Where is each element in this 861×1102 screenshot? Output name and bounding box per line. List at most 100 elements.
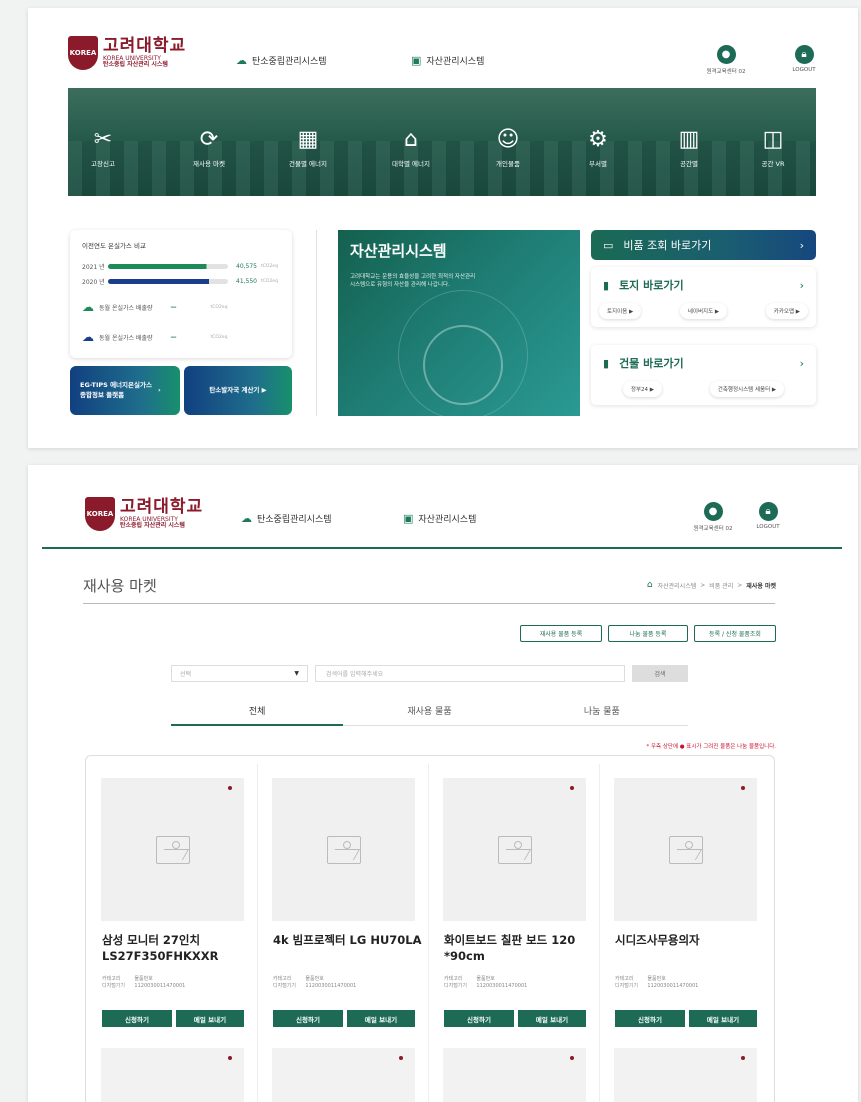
nav-asset-label: 자산관리시스템	[418, 515, 477, 525]
product-card[interactable]: 삼성 모니터 27인치 LS27F350FHKXXR 카테고리 디지털기기 물품번…	[86, 756, 256, 1102]
land-link-naver[interactable]: 네이버지도 ▶	[679, 303, 728, 319]
apply-button[interactable]: 신청하기	[273, 1010, 343, 1027]
product-image[interactable]	[443, 1048, 586, 1102]
map-icon: ▮	[603, 356, 610, 370]
equipment-query-label: 비품 조회 바로가기	[623, 239, 712, 252]
banner-item-repair[interactable]: ✂ 고장신고	[68, 127, 138, 169]
asset-desc-line1: 고려대학교는 운용의 효율성을 고려한 최적의 자산관리	[350, 274, 476, 280]
product-image[interactable]	[614, 778, 757, 921]
register-share-button[interactable]: 나눔 물품 등록	[608, 625, 688, 642]
stat-value: —	[170, 333, 177, 341]
mail-button[interactable]: 메일 보내기	[176, 1010, 244, 1027]
compare-title: 이전연도 온실가스 비교	[82, 242, 146, 250]
meta-value: 디지털기기	[102, 982, 126, 989]
banner-item-university[interactable]: ⌂ 대학별 에너지	[376, 128, 446, 169]
lock-icon: 🔒︎	[758, 502, 778, 521]
dashboard-card: KOREA 고려대학교 KOREA UNIVERSITY 탄소중립 자산관리 시…	[28, 8, 858, 448]
apply-button[interactable]: 신청하기	[102, 1010, 172, 1027]
breadcrumb-item[interactable]: 자산관리시스템	[658, 581, 697, 590]
banner-item-reuse[interactable]: ⟳ 재사용 마켓	[174, 128, 244, 169]
register-reuse-button[interactable]: 재사용 물품 등록	[520, 625, 602, 642]
building-label: 건물 바로가기	[619, 357, 684, 370]
tab-reuse[interactable]: 재사용 물품	[343, 698, 516, 726]
logout-button[interactable]: 🔒︎ LOGOUT	[748, 502, 788, 530]
banner-item-personal[interactable]: ☺ 개인물품	[473, 128, 543, 169]
banner-item-department[interactable]: ⚙ 부서별	[563, 127, 633, 169]
product-image[interactable]	[101, 1048, 244, 1102]
product-card[interactable]: 화이트보드 칠판 보드 120 *90cm 카테고리 디지털기기 물품번호 1120…	[428, 756, 598, 1102]
asset-system-card[interactable]: 자산관리시스템 고려대학교는 운용의 효율성을 고려한 최적의 자산관리 시스템…	[338, 230, 580, 416]
stat-label: 동월 온실가스 배출량	[99, 304, 153, 312]
tab-all[interactable]: 전체	[171, 698, 344, 726]
image-placeholder-icon	[155, 835, 190, 864]
user-menu[interactable]: ● 원격교육센터 02	[700, 45, 752, 75]
breadcrumb-item[interactable]: 비품 관리	[709, 581, 733, 590]
product-image[interactable]	[443, 778, 586, 921]
banner-item-building[interactable]: ▦ 건물별 에너지	[273, 128, 343, 169]
land-shortcut[interactable]: ▮ 토지 바로가기 ›	[591, 267, 816, 303]
banner-item-space[interactable]: ▥ 공간별	[654, 128, 724, 169]
mail-button[interactable]: 메일 보내기	[518, 1010, 586, 1027]
share-dot	[228, 786, 232, 790]
department-icon: ⚙	[588, 127, 608, 152]
emblem-icon	[423, 325, 503, 405]
tab-share[interactable]: 나눔 물품	[515, 698, 688, 726]
product-name[interactable]: 삼성 모니터 27인치 LS27F350FHKXXR	[102, 932, 252, 964]
mail-button[interactable]: 메일 보내기	[347, 1010, 415, 1027]
emission-compare-panel: 이전연도 온실가스 비교 2021 년 40,575 tCO2eq 2020 년…	[70, 230, 292, 358]
asset-desc-line2: 시스템으로 유형의 자산을 관리해 나갑니다.	[350, 282, 450, 289]
banner-label: 개인물품	[496, 160, 520, 168]
product-image[interactable]	[614, 1048, 757, 1102]
logo-korean: 고려대학교	[103, 35, 187, 56]
logout-button[interactable]: 🔒︎ LOGOUT	[784, 45, 824, 73]
product-name[interactable]: 시디즈사무용의자	[615, 932, 765, 948]
mail-button[interactable]: 메일 보내기	[689, 1010, 757, 1027]
search-button[interactable]: 검색	[632, 665, 688, 682]
land-link-kakao[interactable]: 카카오맵 ▶	[765, 303, 808, 319]
logo-subtitle: 탄소중립 자산관리 시스템	[120, 521, 185, 529]
carbon-calculator-button[interactable]: 탄소발자국 계산기 ▶	[184, 366, 292, 415]
user-menu[interactable]: ● 원격교육센터 02	[688, 502, 738, 532]
nav-asset[interactable]: ▣ 자산관리시스템	[411, 54, 484, 67]
eg-tips-button[interactable]: EG-TIPS 에너지온실가스 종합정보 플랫폼 ›	[70, 366, 180, 415]
map-icon: ▮	[603, 278, 610, 292]
product-image[interactable]	[272, 1048, 415, 1102]
banner-item-vr[interactable]: ◫ 공간 VR	[738, 128, 808, 169]
category-select[interactable]: 선택 ▼	[171, 665, 308, 682]
apply-button[interactable]: 신청하기	[615, 1010, 685, 1027]
land-link-toji[interactable]: 토지이음 ▶	[599, 303, 642, 319]
building-link-seumter[interactable]: 건축행정시스템 세움터 ▶	[709, 381, 785, 397]
university-logo[interactable]: KOREA 고려대학교 KOREA UNIVERSITY 탄소중립 자산관리 시…	[68, 36, 186, 70]
query-requests-button[interactable]: 등록 / 신청 물품조회	[694, 625, 776, 642]
building-shortcut[interactable]: ▮ 건물 바로가기 ›	[591, 345, 816, 381]
home-icon[interactable]: ⌂	[647, 580, 653, 590]
share-note: * 우측 상단에 ● 표시가 그려진 물품은 나눔 물품입니다.	[646, 744, 776, 750]
building-links: 정부24 ▶ 건축행정시스템 세움터 ▶	[591, 381, 816, 405]
breadcrumb-sep: >	[737, 581, 743, 589]
product-meta: 카테고리 디지털기기 물품번호 1120030011470001	[273, 976, 356, 990]
meta-value: 디지털기기	[444, 982, 468, 989]
meta-key: 카테고리	[444, 976, 463, 982]
stat-unit: tCO2eq	[210, 304, 228, 310]
nav-asset[interactable]: ▣ 자산관리시스템	[403, 512, 476, 525]
product-name[interactable]: 화이트보드 칠판 보드 120 *90cm	[444, 932, 594, 964]
banner-label: 대학별 에너지	[392, 160, 430, 168]
tools-icon: ✂	[93, 127, 113, 152]
product-meta: 카테고리 디지털기기 물품번호 1120030011470001	[615, 976, 698, 990]
product-card[interactable]: 4k 빔프로젝터 LG HU70LA 카테고리 디지털기기 물품번호 1120030…	[257, 756, 427, 1102]
apply-button[interactable]: 신청하기	[444, 1010, 514, 1027]
nav-carbon[interactable]: ☁ 탄소중립관리시스템	[236, 54, 327, 67]
product-image[interactable]	[272, 778, 415, 921]
land-shortcut-box: ▮ 토지 바로가기 › 토지이음 ▶ 네이버지도 ▶ 카카오맵 ▶	[591, 267, 816, 327]
product-name[interactable]: 4k 빔프로젝터 LG HU70LA	[273, 932, 423, 948]
meta-key: 물품번호	[134, 976, 153, 982]
nav-carbon[interactable]: ☁ 탄소중립관리시스템	[241, 512, 332, 525]
eg-tips-line1: EG-TIPS 에너지온실가스	[80, 381, 152, 390]
product-image[interactable]	[101, 778, 244, 921]
building-link-gov24[interactable]: 정부24 ▶	[622, 381, 662, 397]
search-input[interactable]: 검색어를 입력해주세요	[315, 665, 625, 682]
equipment-query-shortcut[interactable]: ▭ 비품 조회 바로가기 ›	[591, 230, 816, 260]
product-card[interactable]: 시디즈사무용의자 카테고리 디지털기기 물품번호 1120030011470001 …	[599, 756, 769, 1102]
user-label: 원격교육센터 02	[706, 69, 746, 75]
university-logo[interactable]: KOREA 고려대학교 KOREA UNIVERSITY 탄소중립 자산관리 시…	[85, 497, 203, 531]
